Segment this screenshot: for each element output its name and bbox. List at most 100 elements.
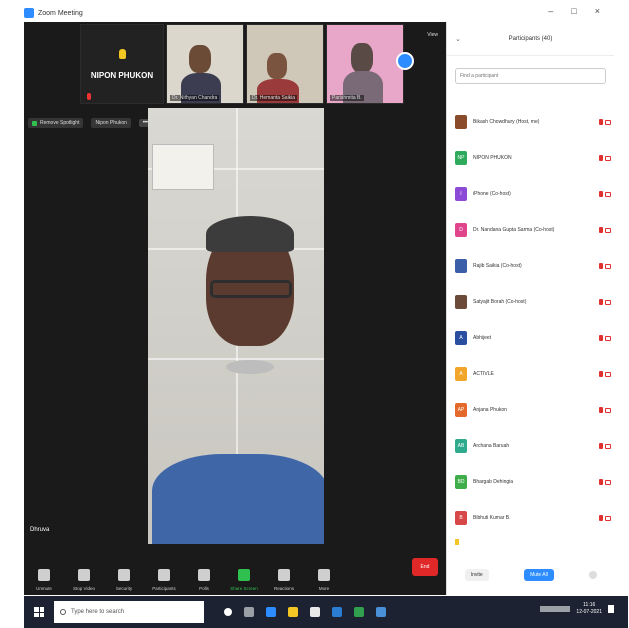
speaker-hair xyxy=(206,216,294,252)
file-explorer-icon[interactable] xyxy=(288,607,298,617)
avatar: BD xyxy=(455,475,467,489)
camera-off-icon xyxy=(605,119,611,125)
security-button[interactable]: Security xyxy=(104,569,144,591)
polls-button[interactable]: Polls xyxy=(184,569,224,591)
chevron-down-icon[interactable]: ⌄ xyxy=(455,35,461,43)
task-view-icon[interactable] xyxy=(244,607,254,617)
video-thumbnail[interactable]: Dr. Nithyan Chandra xyxy=(166,24,244,104)
camera-off-icon xyxy=(605,191,611,197)
panel-footer: Invite Mute All xyxy=(447,569,615,581)
main-video[interactable] xyxy=(148,108,324,544)
video-thumbnail[interactable]: Parishmita B. xyxy=(326,24,404,104)
participant-search-input[interactable] xyxy=(460,73,590,79)
avatar: AB xyxy=(455,439,467,453)
search-icon xyxy=(60,609,66,615)
video-thumbnail[interactable]: Dr. Hemanta Saikia xyxy=(246,24,324,104)
share-screen-icon xyxy=(238,569,250,581)
participant-status-icons xyxy=(599,371,611,377)
participant-face xyxy=(189,45,211,73)
pinned-name-tag[interactable]: Nipon Phukon xyxy=(91,118,131,128)
participant-row[interactable]: B Bibhuti Kumar B. xyxy=(455,500,611,536)
camera-off-icon xyxy=(605,299,611,305)
participant-row[interactable]: A Abhijeet xyxy=(455,320,611,356)
camera-off-icon xyxy=(605,371,611,377)
mic-muted-icon xyxy=(599,335,603,341)
participant-name: iPhone (Co-host) xyxy=(473,191,511,197)
toolbar-label: Participants xyxy=(152,586,176,591)
participant-status-icons xyxy=(599,155,611,161)
app-icon[interactable] xyxy=(376,607,386,617)
participant-row[interactable]: D Dr. Nandana Gupta Sarma (Co-host) xyxy=(455,212,611,248)
participant-row[interactable]: Bikash Chowdhury (Host, me) xyxy=(455,104,611,140)
share-circle-icon[interactable] xyxy=(396,52,414,70)
participant-row[interactable]: BD Bhargab Dehingia xyxy=(455,464,611,500)
mic-muted-icon xyxy=(599,227,603,233)
camera-off-icon xyxy=(605,335,611,341)
taskbar-search[interactable]: Type here to search xyxy=(54,601,204,623)
participant-row[interactable]: A ACTIVLE xyxy=(455,356,611,392)
participant-status-icons xyxy=(599,407,611,413)
participant-face xyxy=(351,43,373,73)
camera-off-icon xyxy=(605,227,611,233)
participant-list: Bikash Chowdhury (Host, me) NP NIPON PHUKO… xyxy=(455,104,611,536)
participant-row[interactable]: IiPhone (Co-host) xyxy=(455,176,611,212)
panel-header: ⌄ Participants (40) xyxy=(447,22,614,56)
excel-icon[interactable] xyxy=(354,607,364,617)
participant-row[interactable]: Rajib Saikia (Co-host) xyxy=(455,248,611,284)
participants-icon xyxy=(158,569,170,581)
tray-icons[interactable] xyxy=(540,606,571,612)
spotlight-icon xyxy=(32,120,37,126)
video-thumbnail[interactable]: NIPON PHUKON xyxy=(80,24,164,104)
edge-icon[interactable] xyxy=(332,607,342,617)
mic-muted-icon xyxy=(599,515,603,521)
avatar xyxy=(455,295,467,309)
toolbar-label: Reactions xyxy=(273,586,294,591)
remove-spotlight-button[interactable]: Remove Spotlight xyxy=(28,118,84,128)
maximize-button[interactable]: □ xyxy=(571,6,576,16)
system-tray: 11:16 12-07-2021 xyxy=(540,602,614,616)
zoom-taskbar-icon[interactable] xyxy=(266,607,276,617)
screen: Zoom Meeting – □ × NIPON PHUKON Dr. Nith… xyxy=(0,0,629,628)
toolbar-label: More xyxy=(318,586,330,591)
participant-name: Bikash Chowdhury (Host, me) xyxy=(473,119,540,125)
participant-face xyxy=(267,53,287,79)
store-icon[interactable] xyxy=(310,607,320,617)
toolbar-label: Polls xyxy=(199,586,209,591)
reactions-button[interactable]: Reactions xyxy=(264,569,304,591)
more-button[interactable]: More xyxy=(304,569,344,591)
clock-time: 11:16 xyxy=(583,602,596,608)
mic-muted-icon xyxy=(599,407,603,413)
participant-row[interactable]: AP Anjana Phukon xyxy=(455,392,611,428)
participant-name: Abhijeet xyxy=(473,335,492,341)
invite-button[interactable]: Invite xyxy=(464,569,489,581)
unmute-button[interactable]: Unmute xyxy=(24,569,64,591)
avatar: NP xyxy=(455,151,467,165)
windows-start-icon[interactable] xyxy=(34,607,44,617)
participant-name: Anjana Phukon xyxy=(473,407,507,413)
participant-row[interactable]: Satyajit Borah (Co-host) xyxy=(455,284,611,320)
cortana-icon[interactable] xyxy=(224,608,232,616)
end-meeting-button[interactable]: End xyxy=(412,558,438,576)
participant-status-icons xyxy=(599,335,611,341)
share-screen-button[interactable]: Share Screen xyxy=(224,569,264,591)
speaker-glasses xyxy=(210,280,292,298)
mute-all-button[interactable]: Mute All xyxy=(524,569,554,581)
participant-search[interactable] xyxy=(455,68,606,84)
stop-video-button[interactable]: Stop Video xyxy=(64,569,104,591)
participant-row[interactable]: AB Archana Baruah xyxy=(455,428,611,464)
taskbar-clock[interactable]: 11:16 12-07-2021 xyxy=(576,602,602,616)
notification-icon[interactable] xyxy=(608,605,614,613)
participant-row[interactable]: NP NIPON PHUKON xyxy=(455,140,611,176)
camera-off-icon xyxy=(605,407,611,413)
meeting-area: NIPON PHUKON Dr. Nithyan Chandra Dr. Hem… xyxy=(24,22,446,595)
toolbar-label: Security xyxy=(115,586,133,591)
panel-title: Participants (40) xyxy=(508,35,553,42)
minimize-button[interactable]: – xyxy=(548,6,553,16)
mic-muted-icon xyxy=(599,371,603,377)
view-button[interactable]: View xyxy=(427,32,438,38)
meeting-toolbar: Unmute Stop Video Security Participants … xyxy=(24,550,446,595)
spotlight-bar: Remove Spotlight Nipon Phukon ••• xyxy=(28,118,154,128)
close-button[interactable]: × xyxy=(595,6,600,16)
more-options-icon[interactable] xyxy=(589,571,598,579)
participants-button[interactable]: Participants xyxy=(144,569,184,591)
